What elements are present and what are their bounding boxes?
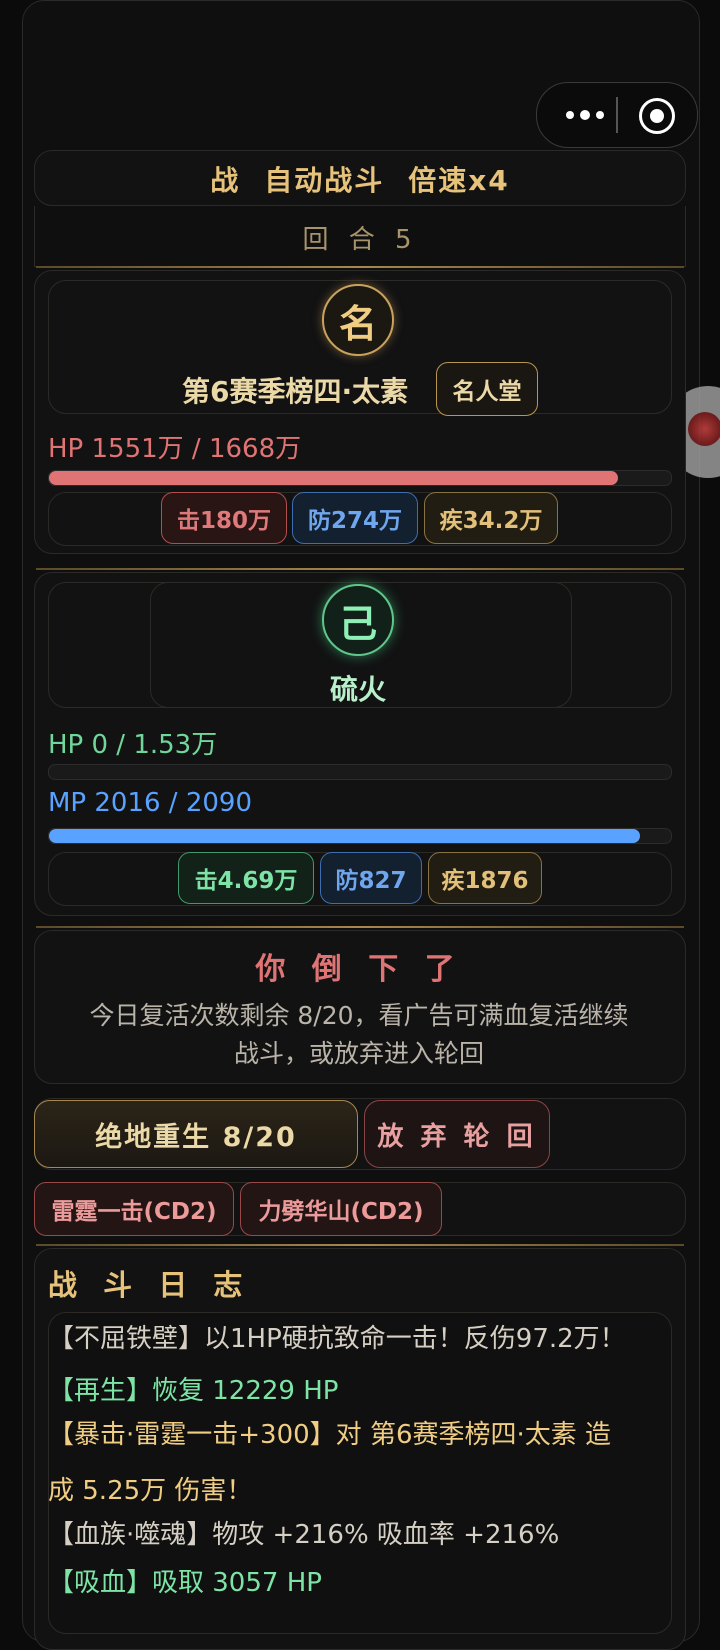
player-mp-fill [49,829,640,843]
player-attack-stat: 击4.69万 [178,852,314,904]
enemy-hp-bar [48,470,672,486]
defeat-title: 你 倒 下 了 [255,952,463,987]
log-line: 成 5.25万 伤害！ [48,1476,253,1506]
enemy-name: 第6赛季榜四·太素 [182,375,409,408]
avatar-icon [688,412,720,446]
give-up-button[interactable]: 放 弃 轮 回 [364,1100,550,1168]
round-counter: 回 合 5 [302,224,418,255]
enemy-speed-stat: 疾34.2万 [424,492,558,544]
player-hp-text: HP 0 / 1.53万 [48,730,218,760]
player-mp-text: MP 2016 / 2090 [48,788,253,818]
player-speed-stat: 疾1876 [428,852,542,904]
enemy-hp-fill [49,471,618,485]
auto-battle-toggle[interactable]: 自动战斗 [264,159,384,199]
enemy-defense-stat: 防274万 [292,492,418,544]
skill-thunder-strike-button[interactable]: 雷霆一击(CD2) [34,1182,234,1236]
defeat-message-line2: 战斗，或放弃进入轮回 [233,1039,484,1068]
player-mp-bar [48,828,672,844]
player-badge: 己 [322,584,394,656]
defeat-message-line1: 今日复活次数剩余 8/20，看广告可满血复活继续 [89,1001,629,1030]
divider [36,266,684,268]
mini-program-capsule [536,82,698,148]
divider [36,1244,684,1246]
log-line: 【再生】恢复 12229 HP [48,1376,339,1406]
enemy-badge: 名 [322,284,394,356]
enemy-hp-text: HP 1551万 / 1668万 [48,434,302,464]
player-defense-stat: 防827 [320,852,422,904]
divider [36,926,684,928]
hall-of-fame-tag: 名人堂 [436,362,538,416]
revive-button[interactable]: 绝地重生 8/20 [34,1100,358,1168]
battle-log-title: 战 斗 日 志 [48,1268,251,1302]
log-line: 【吸血】吸取 3057 HP [48,1568,322,1598]
log-line: 【暴击·雷霆一击+300】对 第6赛季榜四·太素 造 [48,1420,612,1450]
skill-mountain-split-button[interactable]: 力劈华山(CD2) [240,1182,442,1236]
enemy-attack-stat: 击180万 [161,492,287,544]
log-line: 【不屈铁壁】以1HP硬抗致命一击！反伤97.2万！ [48,1324,626,1354]
speed-toggle[interactable]: 倍速x4 [408,159,510,199]
close-target-icon[interactable] [639,98,675,134]
log-line: 【血族·噬魂】物攻 +216% 吸血率 +216% [48,1520,560,1550]
divider [36,568,684,570]
capsule-divider [616,97,618,133]
player-hp-bar [48,764,672,780]
battle-label: 战 [210,164,241,197]
more-menu-icon[interactable] [557,83,613,147]
battle-title-row: 战 自动战斗 倍速x4 [36,152,684,206]
player-name: 硫火 [330,673,387,706]
